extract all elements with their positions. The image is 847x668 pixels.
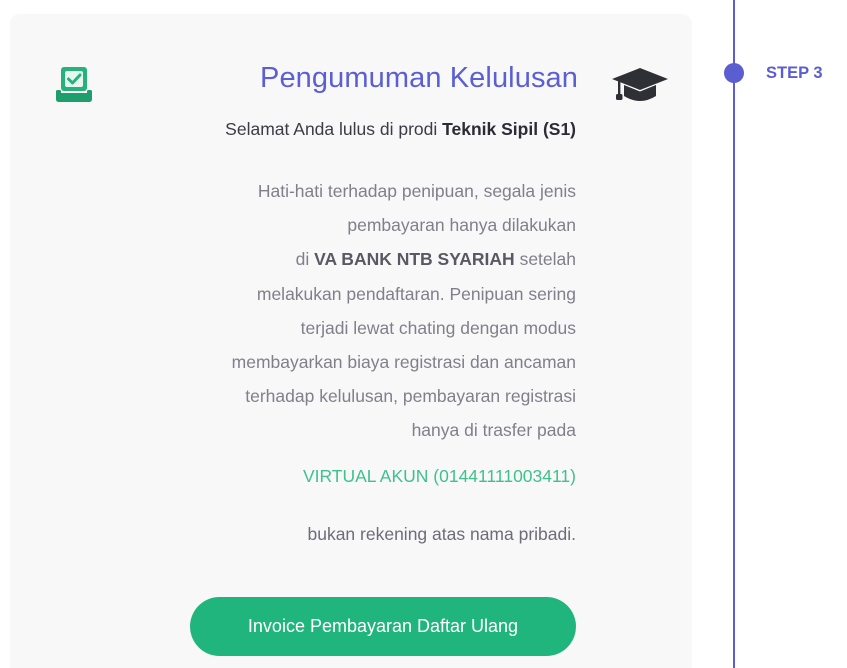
graduation-cap-icon: [612, 68, 668, 101]
program-info: Selamat Anda lulus di prodi Teknik Sipil…: [70, 119, 576, 140]
timeline-line: [733, 0, 735, 668]
virtual-account-number: VIRTUAL AKUN (01441111003411): [302, 466, 576, 486]
bank-name: VA BANK NTB SYARIAH: [314, 249, 515, 270]
fraud-warning: Hati-hati terhadap penipuan, segala jeni…: [70, 174, 576, 448]
page-title: Pengumuman Kelulusan: [260, 62, 578, 94]
warning-text: di: [295, 249, 315, 270]
account-note: bukan rekening atas nama pribadi.: [307, 524, 576, 544]
step-label: STEP 3: [766, 64, 823, 82]
graduation-announcement-card: Pengumuman Kelulusan Selamat Anda lulus …: [10, 14, 692, 668]
timeline-dot: [724, 63, 744, 83]
program-name: Teknik Sipil (S1): [442, 119, 576, 139]
warning-line: di VA BANK NTB SYARIAH setelah: [70, 242, 576, 276]
checkbox-tray-icon: [56, 67, 92, 102]
warning-line: Hati-hati terhadap penipuan, segala jeni…: [257, 181, 576, 201]
invoice-button[interactable]: Invoice Pembayaran Daftar Ulang: [190, 597, 576, 656]
warning-line: terjadi lewat chating dengan modus: [300, 317, 576, 338]
warning-text: setelah: [514, 249, 576, 270]
warning-line: pembayaran hanya dilakukan: [347, 215, 576, 236]
warning-line: terhadap kelulusan, pembayaran registras…: [245, 386, 576, 407]
warning-line: hanya di trasfer pada: [411, 420, 576, 441]
subtitle-text: Selamat Anda lulus di prodi: [225, 119, 443, 139]
page: Pengumuman Kelulusan Selamat Anda lulus …: [0, 0, 847, 668]
warning-line: melakukan pendaftaran. Penipuan sering: [256, 283, 576, 304]
warning-line: membayarkan biaya registrasi dan ancaman: [231, 352, 576, 373]
